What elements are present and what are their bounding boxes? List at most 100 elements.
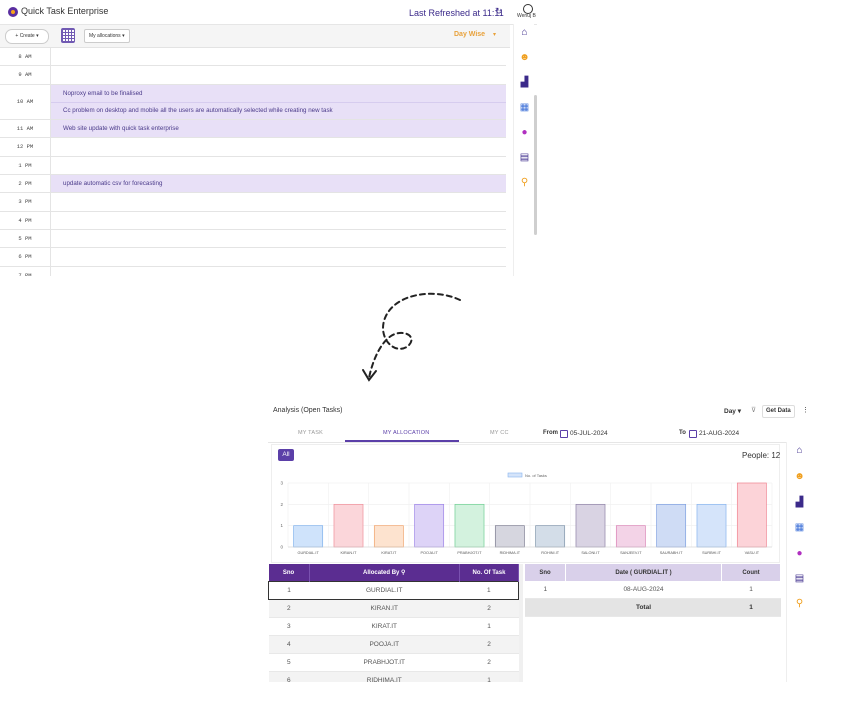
time-slot-row[interactable]: 6 PM	[0, 248, 506, 267]
view-mode-dropdown[interactable]: Day Wise	[454, 31, 485, 38]
analytics-icon[interactable]: ▟	[519, 77, 530, 88]
search-icon[interactable]: ⚲	[401, 570, 405, 576]
table-row[interactable]: 2 KIRAN.IT 2	[268, 599, 519, 618]
table-cell: 1	[459, 581, 519, 600]
analysis-screenshot: Analysis (Open Tasks) Day ▾ ⊽ Get Data ⋮…	[268, 402, 811, 682]
calendar-clock-icon[interactable]: ▦	[519, 102, 530, 113]
x-tick-label: VASU.IT	[745, 551, 760, 555]
calendar-icon[interactable]	[61, 28, 75, 43]
time-slot-row[interactable]: 11 AM Web site update with quick task ent…	[0, 120, 506, 139]
time-slot-cell[interactable]	[51, 248, 506, 265]
scrollbar[interactable]	[534, 95, 537, 235]
filter-icon[interactable]: ⊽	[751, 406, 756, 414]
analytics-icon[interactable]: ▟	[794, 497, 805, 508]
time-slot-cell[interactable]	[51, 48, 506, 65]
table-row[interactable]: 6 RIDHIMA.IT 1	[268, 671, 519, 682]
bar	[656, 503, 687, 548]
time-label: 2 PM	[0, 175, 51, 193]
table-row[interactable]: 3 KIRAT.IT 1	[268, 617, 519, 636]
tags-icon[interactable]: ●	[519, 127, 530, 138]
time-slot-cell[interactable]: Noproxy email to be finalised Cc problem …	[51, 84, 506, 120]
right-sidebar: ⌂ ☻ ▟ ▦ ● ▤ ⚲	[513, 24, 534, 276]
create-button[interactable]: + Create ▾	[5, 29, 49, 44]
table-cell: 6	[268, 671, 309, 682]
home-icon[interactable]: ⌂	[519, 27, 530, 38]
x-tick-label: POOJA.IT	[421, 551, 439, 555]
task-entry[interactable]: Cc problem on desktop and mobile all the…	[63, 102, 333, 119]
period-dropdown[interactable]: Day ▾	[724, 407, 741, 415]
analysis-tabs: MY TASK MY ALLOCATION MY CC From 05-JUL-…	[268, 422, 811, 443]
time-slot-row[interactable]: 12 PM	[0, 138, 506, 157]
time-slot-cell[interactable]	[51, 66, 506, 83]
my-allocations-dropdown[interactable]: My allocations ▾	[84, 29, 130, 43]
time-slot-cell[interactable]: update automatic csv for forecasting	[51, 175, 506, 193]
table-row[interactable]: 4 POOJA.IT 2	[268, 635, 519, 654]
table-row[interactable]: 1 GURDIAL.IT 1	[268, 581, 519, 600]
table-row[interactable]: 5 PRABHJOT.IT 2	[268, 653, 519, 672]
time-slot-cell[interactable]	[51, 212, 506, 229]
table-cell: 4	[268, 635, 309, 654]
get-data-button[interactable]: Get Data	[762, 405, 795, 418]
legend-swatch	[507, 472, 523, 478]
time-slot-cell[interactable]	[51, 230, 506, 247]
team-icon[interactable]: ☻	[519, 52, 530, 63]
tasks-bar-chart: No. of Tasks 0 1 2 3 GURDIAL.IT KIRAN.IT KIRAT.…	[280, 472, 773, 555]
home-icon[interactable]: ⌂	[794, 445, 805, 456]
calendar-toolbar: + Create ▾ My allocations ▾ Day Wise ▾	[0, 25, 510, 48]
time-slot-cell[interactable]: Web site update with quick task enterpri…	[51, 120, 506, 138]
calendar-clock-icon[interactable]: ▦	[794, 522, 805, 533]
time-slot-row[interactable]: 5 PM	[0, 229, 506, 249]
more-menu-icon[interactable]: ⋮	[802, 406, 809, 414]
tab-my-task[interactable]: MY TASK	[298, 430, 323, 436]
search-icon[interactable]: ⚲	[519, 177, 530, 188]
time-label: 9 AM	[0, 66, 51, 84]
task-entry[interactable]: Noproxy email to be finalised	[63, 85, 142, 102]
time-slot-cell[interactable]	[51, 138, 506, 155]
task-entry[interactable]: Web site update with quick task enterpri…	[63, 120, 179, 137]
task-entry[interactable]: update automatic csv for forecasting	[63, 175, 162, 192]
all-filter-button[interactable]: All	[278, 449, 294, 461]
clipboard-icon[interactable]: ▤	[519, 152, 530, 163]
tab-my-cc[interactable]: MY CC	[490, 430, 509, 436]
column-header-no-of-task[interactable]: No. Of Task	[459, 564, 519, 582]
time-slot-row[interactable]: 9 AM	[0, 66, 506, 85]
time-slot-cell[interactable]	[51, 267, 506, 276]
from-calendar-icon[interactable]	[560, 430, 568, 438]
team-icon[interactable]: ☻	[794, 471, 805, 482]
time-label: 5 PM	[0, 229, 51, 248]
column-header-sno[interactable]: Sno	[268, 564, 310, 582]
dashed-arrow-icon	[362, 292, 461, 382]
time-slot-row[interactable]: 10 AM Noproxy email to be finalised Cc pro…	[0, 84, 506, 121]
column-header-label: Allocated By	[363, 570, 400, 576]
table-cell: 1	[459, 671, 519, 682]
time-slot-cell[interactable]	[51, 193, 506, 210]
time-slot-row[interactable]: 4 PM	[0, 211, 506, 230]
time-slot-row[interactable]: 3 PM	[0, 193, 506, 212]
table-cell: 1	[268, 581, 309, 600]
to-label: To	[679, 430, 686, 436]
chevron-down-icon[interactable]: ▾	[493, 31, 496, 38]
time-slot-row[interactable]: 7 PM	[0, 266, 506, 276]
tags-icon[interactable]: ●	[794, 548, 805, 559]
people-count: People: 12	[742, 451, 781, 460]
bar	[333, 503, 364, 548]
x-tick-label: KIRAT.IT	[381, 551, 397, 555]
calendar-screenshot: Quick Task Enterprise Last Refreshed at …	[0, 0, 537, 276]
clipboard-icon[interactable]: ▤	[794, 573, 805, 584]
table-cell: POOJA.IT	[309, 635, 460, 654]
time-slot-cell[interactable]	[51, 157, 506, 174]
x-tick-label: SALONI.IT	[581, 551, 600, 555]
from-date[interactable]: 05-JUL-2024	[570, 430, 608, 437]
search-icon[interactable]: ⚲	[794, 598, 805, 609]
time-slot-row[interactable]: 8 AM	[0, 48, 506, 67]
bar	[373, 525, 404, 548]
column-header-allocated-by[interactable]: Allocated By ⚲	[309, 564, 460, 582]
time-slot-row[interactable]: 2 PM update automatic csv for forecasting	[0, 175, 506, 194]
time-slot-row[interactable]: 1 PM	[0, 156, 506, 176]
y-tick-label: 2	[280, 502, 283, 507]
to-calendar-icon[interactable]	[689, 430, 697, 438]
table-scrollbar[interactable]	[519, 564, 523, 682]
refresh-icon[interactable]: ↻	[495, 6, 503, 17]
to-date[interactable]: 21-AUG-2024	[699, 430, 739, 437]
tab-my-allocation[interactable]: MY ALLOCATION	[383, 430, 429, 436]
